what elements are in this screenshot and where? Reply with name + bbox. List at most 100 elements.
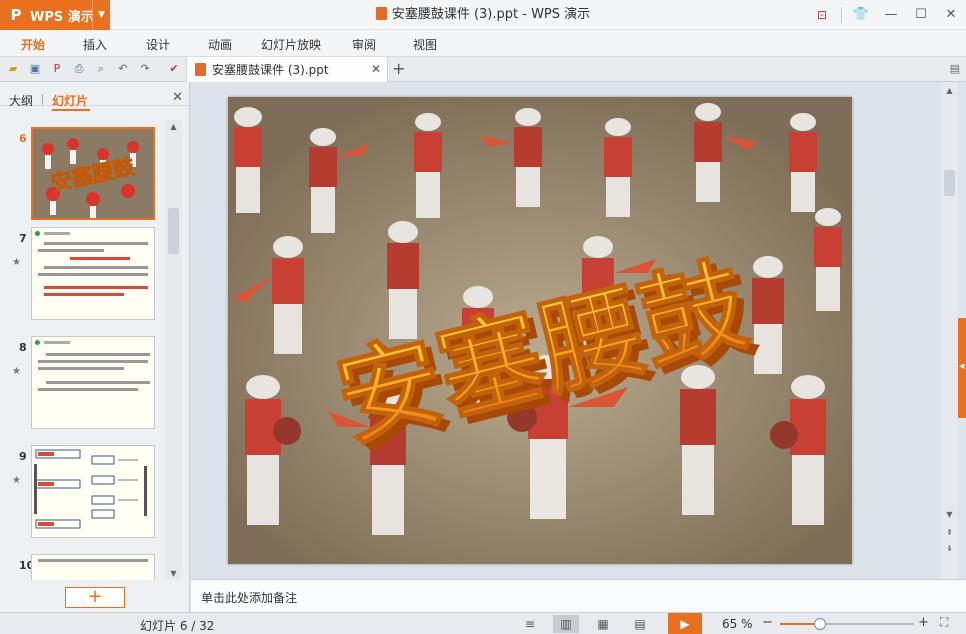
animation-star-icon: ★: [12, 366, 21, 377]
editor-scrollbar[interactable]: ▲ ▼ ⇞ ⇟: [941, 82, 958, 579]
text-line: [38, 360, 148, 363]
animation-star-icon: ★: [12, 257, 21, 268]
close-button[interactable]: ✕: [936, 0, 966, 30]
zoom-level: 65 %: [722, 617, 753, 631]
menu-view[interactable]: 视图: [413, 36, 437, 53]
ppt-file-icon: [375, 7, 387, 20]
quick-toolbar: ▰ ▣ P ⎙ ⌕ ↶ ↷ ✔ 安塞腰鼓课件 (3).ppt ✕ + ▤: [0, 56, 966, 82]
slide-thumbnail-6[interactable]: 安塞腰鼓: [31, 127, 155, 220]
slide-thumbnail-8[interactable]: [31, 336, 155, 429]
menu-animation[interactable]: 动画: [208, 36, 232, 53]
thumbnail-list: 6 安塞腰鼓 7 ★ 8 ★ 9 ★ 10: [0, 120, 165, 580]
previous-slide-icon[interactable]: ⇞: [941, 528, 958, 537]
zoom-slider[interactable]: [780, 618, 914, 630]
scroll-thumb[interactable]: [168, 208, 179, 254]
menu-slideshow[interactable]: 幻灯片放映: [261, 36, 321, 53]
fit-window-icon[interactable]: ⛶: [940, 615, 948, 630]
zoom-out-button[interactable]: −: [762, 615, 773, 630]
slide-thumbnail-10[interactable]: [31, 554, 155, 580]
chevron-down-icon[interactable]: ▼: [92, 0, 110, 30]
scroll-up-icon[interactable]: ▲: [941, 86, 958, 95]
scroll-up-icon[interactable]: ▲: [165, 122, 182, 131]
redo-icon[interactable]: ↷: [137, 61, 153, 77]
chevron-left-icon: ◀: [959, 362, 965, 370]
app-name: WPS 演示: [30, 9, 94, 25]
slide-6-preview: 安塞腰鼓: [33, 129, 153, 218]
slide-sorter-icon[interactable]: ▦: [590, 615, 616, 633]
wps-logo-icon: P: [10, 6, 22, 24]
cloud-save-icon[interactable]: ⊡: [807, 0, 837, 30]
slide-background-image: 安塞腰鼓 安塞腰鼓: [228, 97, 852, 564]
current-slide[interactable]: 安塞腰鼓 安塞腰鼓: [228, 97, 852, 564]
text-line: [44, 341, 70, 344]
text-line: [44, 242, 148, 245]
print-icon[interactable]: ⎙: [71, 61, 87, 77]
title-bar: P WPS 演示 ▼ 安塞腰鼓课件 (3).ppt - WPS 演示 ⊡ 👕 —…: [0, 0, 966, 30]
bullet-icon: [35, 231, 40, 236]
text-line: [38, 249, 104, 252]
tab-outline[interactable]: 大纲: [9, 92, 33, 109]
status-bar: 幻灯片 6 / 32 ≡ ▥ ▦ ▤ ▶ 65 % − + ⛶: [0, 612, 966, 634]
app-menu-button[interactable]: P WPS 演示 ▼: [0, 0, 110, 30]
open-folder-icon[interactable]: ▰: [5, 61, 21, 77]
customize-icon[interactable]: ✔: [166, 61, 182, 77]
play-slideshow-button[interactable]: ▶: [668, 613, 702, 634]
close-tab-icon[interactable]: ✕: [371, 62, 381, 76]
save-icon[interactable]: ▣: [27, 61, 43, 77]
slide-9-preview: [34, 449, 147, 529]
export-pdf-icon[interactable]: P: [49, 61, 65, 77]
next-slide-icon[interactable]: ⇟: [941, 544, 958, 553]
text-line: [46, 353, 150, 356]
add-slide-button[interactable]: +: [65, 587, 125, 608]
minimize-button[interactable]: —: [876, 0, 906, 30]
text-line-red: [70, 257, 130, 260]
text-line: [46, 381, 150, 384]
reading-view-icon[interactable]: ▤: [627, 615, 653, 633]
slide-number: 7: [19, 232, 27, 245]
print-preview-icon[interactable]: ⌕: [93, 61, 109, 77]
maximize-button[interactable]: ☐: [906, 0, 936, 30]
text-line-red: [44, 286, 148, 289]
close-panel-icon[interactable]: ✕: [172, 90, 183, 105]
settings-dropdown-icon[interactable]: ▤: [950, 62, 960, 75]
zoom-in-button[interactable]: +: [918, 615, 929, 630]
slide-number: 8: [19, 341, 27, 354]
menu-bar: 开始 插入 设计 动画 幻灯片放映 审阅 视图: [0, 30, 966, 56]
text-line: [38, 388, 138, 391]
new-tab-button[interactable]: +: [392, 59, 405, 78]
text-line: [38, 367, 124, 370]
task-pane-toggle[interactable]: ◀: [958, 318, 966, 418]
page-indicator: 幻灯片 6 / 32: [140, 619, 215, 633]
text-line: [38, 273, 148, 276]
menu-insert[interactable]: 插入: [83, 36, 107, 53]
notes-pane[interactable]: 单击此处添加备注: [191, 579, 966, 612]
notes-toggle-icon[interactable]: ≡: [517, 615, 543, 633]
text-line: [44, 266, 148, 269]
document-tab[interactable]: 安塞腰鼓课件 (3).ppt ✕: [186, 57, 388, 82]
bullet-icon: [35, 340, 40, 345]
menu-review[interactable]: 审阅: [352, 36, 376, 53]
tab-slides[interactable]: 幻灯片: [52, 92, 88, 109]
notes-placeholder: 单击此处添加备注: [201, 591, 298, 605]
menu-design[interactable]: 设计: [146, 36, 170, 53]
scroll-down-icon[interactable]: ▼: [165, 569, 182, 578]
undo-icon[interactable]: ↶: [115, 61, 131, 77]
animation-star-icon: ★: [12, 475, 21, 486]
skin-icon[interactable]: 👕: [846, 0, 876, 30]
document-tab-label: 安塞腰鼓课件 (3).ppt: [212, 63, 329, 77]
ppt-file-icon: [195, 63, 206, 76]
scroll-down-icon[interactable]: ▼: [941, 510, 958, 519]
text-line: [44, 232, 70, 235]
slide-editor: 安塞腰鼓 安塞腰鼓: [191, 82, 941, 579]
menu-home[interactable]: 开始: [21, 36, 45, 53]
slide-thumbnail-7[interactable]: [31, 227, 155, 320]
text-line-red: [44, 293, 124, 296]
normal-view-icon[interactable]: ▥: [553, 615, 579, 633]
scroll-thumb[interactable]: [944, 170, 955, 196]
divider: [42, 94, 43, 105]
slide-thumbnail-9[interactable]: [31, 445, 155, 538]
divider: [841, 7, 842, 23]
zoom-slider-knob[interactable]: [814, 618, 827, 630]
thumbnail-scrollbar[interactable]: ▲ ▼: [165, 120, 182, 580]
text-line: [38, 559, 148, 562]
